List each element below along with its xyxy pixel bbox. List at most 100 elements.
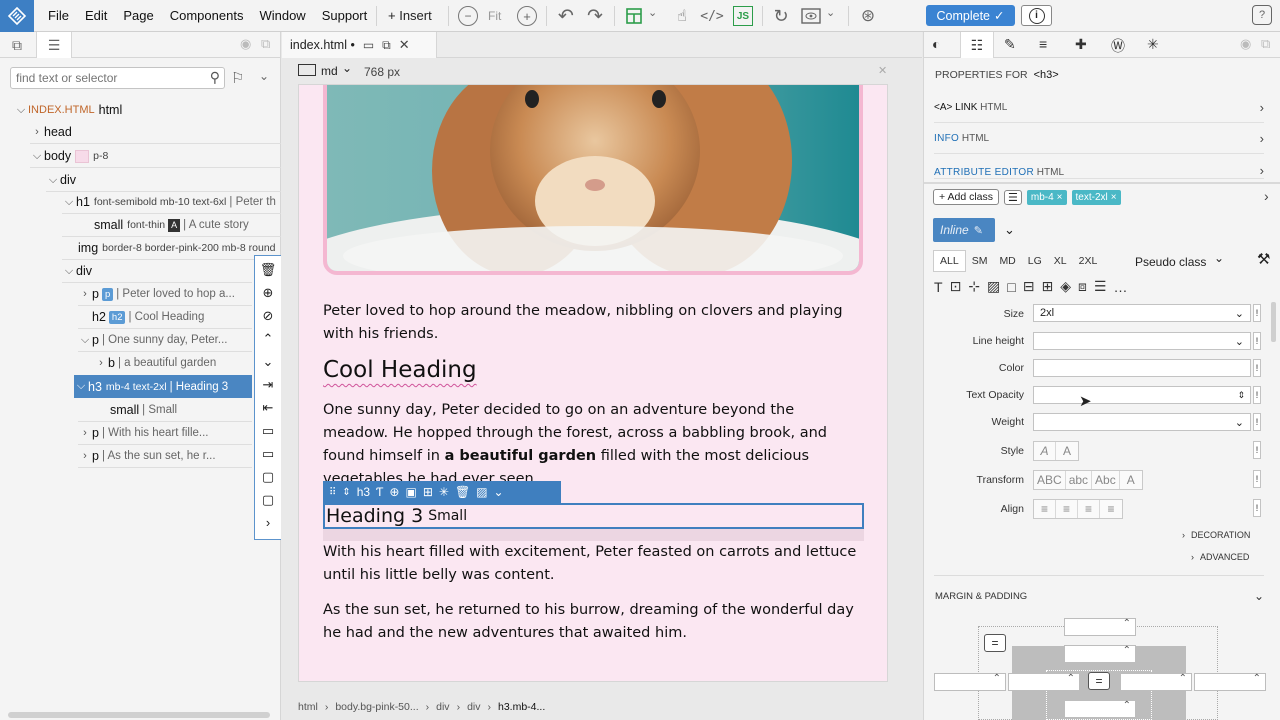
selector-search[interactable]: ⚲ — [10, 67, 225, 89]
spacing-icon[interactable]: ⊡ — [950, 278, 962, 295]
padding-bottom-input[interactable] — [1064, 700, 1136, 718]
tree-node-small-2[interactable]: small | Small — [110, 399, 252, 421]
menu-edit[interactable]: Edit — [85, 8, 107, 23]
layout-icon[interactable]: ⊟ — [1023, 278, 1035, 295]
paragraph-2[interactable]: One sunny day, Peter decided to go on an… — [323, 399, 863, 491]
align-right-icon[interactable]: ≡ — [1078, 500, 1100, 518]
border-icon[interactable]: □ — [1007, 279, 1015, 295]
position-icon[interactable]: ⊹ — [968, 278, 980, 295]
align-justify-icon[interactable]: ≡ — [1100, 500, 1122, 518]
collapsed-arrow-icon[interactable]: › — [78, 288, 92, 300]
align-icon[interactable]: ≡ — [1039, 36, 1047, 52]
grid-icon[interactable]: ⊞ — [423, 485, 433, 499]
grid-layout-icon[interactable] — [623, 5, 645, 27]
tools-icon[interactable]: ⚒ — [1257, 250, 1270, 268]
chevron-down-icon[interactable]: ⌄ — [342, 61, 352, 75]
move-up-icon[interactable]: ⌃ — [259, 329, 277, 348]
split-view-icon[interactable]: ▭ — [363, 38, 374, 52]
important-toggle[interactable]: ! — [1253, 359, 1261, 377]
move-down-icon[interactable]: ⌄ — [259, 352, 277, 371]
background-icon[interactable]: ▨ — [987, 278, 1000, 295]
zoom-out-icon[interactable]: − — [458, 6, 478, 26]
bp-all[interactable]: ALL — [933, 250, 966, 272]
color-field[interactable] — [1033, 359, 1251, 377]
stepper-icon[interactable]: ⇕ — [1237, 390, 1245, 401]
trash-icon[interactable]: 🗑 — [259, 260, 277, 279]
breakpoint-select[interactable]: md — [321, 64, 338, 78]
grid-icon[interactable]: ⊞ — [1041, 278, 1053, 295]
layers-icon[interactable]: ▣ — [405, 485, 416, 499]
inline-style-button[interactable]: Inline ✎ — [933, 218, 995, 242]
chevron-down-icon[interactable]: ⌄ — [1004, 222, 1015, 238]
collapsed-arrow-icon[interactable]: › — [78, 427, 92, 439]
important-toggle[interactable]: ! — [1253, 304, 1261, 322]
page-canvas[interactable]: Peter loved to hop around the meadow, ni… — [298, 84, 888, 682]
insert-before-icon[interactable]: ▭ — [259, 421, 277, 440]
chevron-down-icon[interactable]: ⌄ — [1214, 251, 1224, 265]
align-center-icon[interactable]: ≡ — [1056, 500, 1078, 518]
tree-node-small[interactable]: small font-thin A | A cute story — [94, 214, 281, 236]
fit-button[interactable]: Fit — [488, 9, 501, 23]
align-left-icon[interactable]: ≡ — [1034, 500, 1056, 518]
indent-icon[interactable]: ⇥ — [259, 375, 277, 394]
settings-wheel-icon[interactable]: ⊛ — [857, 5, 879, 27]
asterisk-icon[interactable]: ✳ — [439, 485, 449, 499]
remove-icon[interactable]: × — [1057, 192, 1063, 203]
padding-right-input[interactable] — [1120, 673, 1192, 691]
important-toggle[interactable]: ! — [1253, 470, 1261, 488]
preview-eye-icon[interactable] — [800, 5, 822, 27]
margin-left-input[interactable] — [934, 673, 1006, 691]
italic-button[interactable]: A — [1034, 442, 1056, 460]
close-icon[interactable]: ✕ — [399, 37, 410, 53]
breadcrumb-item[interactable]: body.bg-pink-50... — [335, 701, 418, 713]
decoration-toggle[interactable]: › DECORATION — [1182, 530, 1250, 540]
tree-node-h1[interactable]: ⌵ h1 font-semibold mb-10 text-6xl | Peter t… — [62, 191, 281, 213]
layers-icon[interactable]: ⧉ — [6, 35, 28, 55]
insert-after-icon[interactable]: ▭ — [259, 444, 277, 463]
link-padding-icon[interactable]: = — [1088, 672, 1110, 690]
chevron-down-icon[interactable]: ⌄ — [826, 6, 835, 19]
breadcrumb-item[interactable]: div — [467, 701, 480, 713]
bp-md[interactable]: MD — [993, 250, 1021, 272]
class-chip-text-2xl[interactable]: text-2xl × — [1071, 189, 1121, 205]
no-transform-button[interactable]: A — [1120, 471, 1142, 489]
tree-node-p1[interactable]: › p p | Peter loved to hop a... — [78, 283, 252, 305]
chevron-down-icon[interactable]: ⌄ — [648, 6, 657, 19]
zoom-in-icon[interactable]: + — [517, 6, 537, 26]
tree-node-body[interactable]: ⌵ body p-8 — [30, 145, 280, 167]
vertical-scrollbar[interactable] — [1271, 302, 1276, 342]
tree-node-div-2[interactable]: ⌵ div — [62, 260, 252, 282]
redo-icon[interactable]: ↷ — [584, 5, 606, 27]
chevron-down-icon[interactable]: ⌄ — [494, 485, 504, 499]
breadcrumb-item[interactable]: div — [436, 701, 449, 713]
outdent-icon[interactable]: ⇤ — [259, 398, 277, 417]
expand-arrow-icon[interactable]: ⌵ — [46, 174, 60, 187]
margin-right-input[interactable] — [1194, 673, 1266, 691]
tree-node-p3[interactable]: › p | With his heart fille... — [78, 422, 252, 444]
tree-node-root[interactable]: ⌵ INDEX.HTML html — [14, 99, 280, 121]
collapsed-arrow-icon[interactable]: › — [94, 357, 108, 369]
menu-components[interactable]: Components — [170, 8, 244, 23]
trash-icon[interactable]: 🗑 — [455, 485, 470, 499]
duplicate-icon[interactable]: ⊕ — [259, 283, 277, 302]
puzzle-icon[interactable]: ✚ — [1075, 36, 1087, 53]
info-button[interactable]: i — [1021, 5, 1052, 26]
sliders-icon[interactable]: ☷ — [960, 32, 994, 58]
element-tag-label[interactable]: h3 — [357, 485, 370, 499]
expand-arrow-icon[interactable]: ⌵ — [78, 334, 92, 347]
bp-sm[interactable]: SM — [966, 250, 994, 272]
capitalize-button[interactable]: Abc — [1092, 471, 1120, 489]
filter-icon[interactable]: ⚐ — [231, 69, 244, 87]
collapsed-arrow-icon[interactable]: › — [30, 126, 44, 138]
tree-node-h3-selected[interactable]: ⌵ h3 mb-4 text-2xl | Heading 3 — [74, 375, 252, 398]
chevron-right-icon[interactable]: › — [1264, 188, 1269, 204]
fill-icon[interactable]: ◈ — [1060, 278, 1071, 295]
padding-left-input[interactable] — [1008, 673, 1080, 691]
lowercase-button[interactable]: abc — [1066, 471, 1093, 489]
menu-window[interactable]: Window — [259, 8, 305, 23]
detach-panel-icon[interactable]: ⧉ — [261, 36, 270, 52]
cool-heading[interactable]: Cool Heading — [323, 357, 477, 383]
close-icon[interactable]: ✕ — [878, 64, 887, 77]
chevron-right-icon[interactable]: › — [259, 513, 277, 532]
important-toggle[interactable]: ! — [1253, 441, 1261, 459]
